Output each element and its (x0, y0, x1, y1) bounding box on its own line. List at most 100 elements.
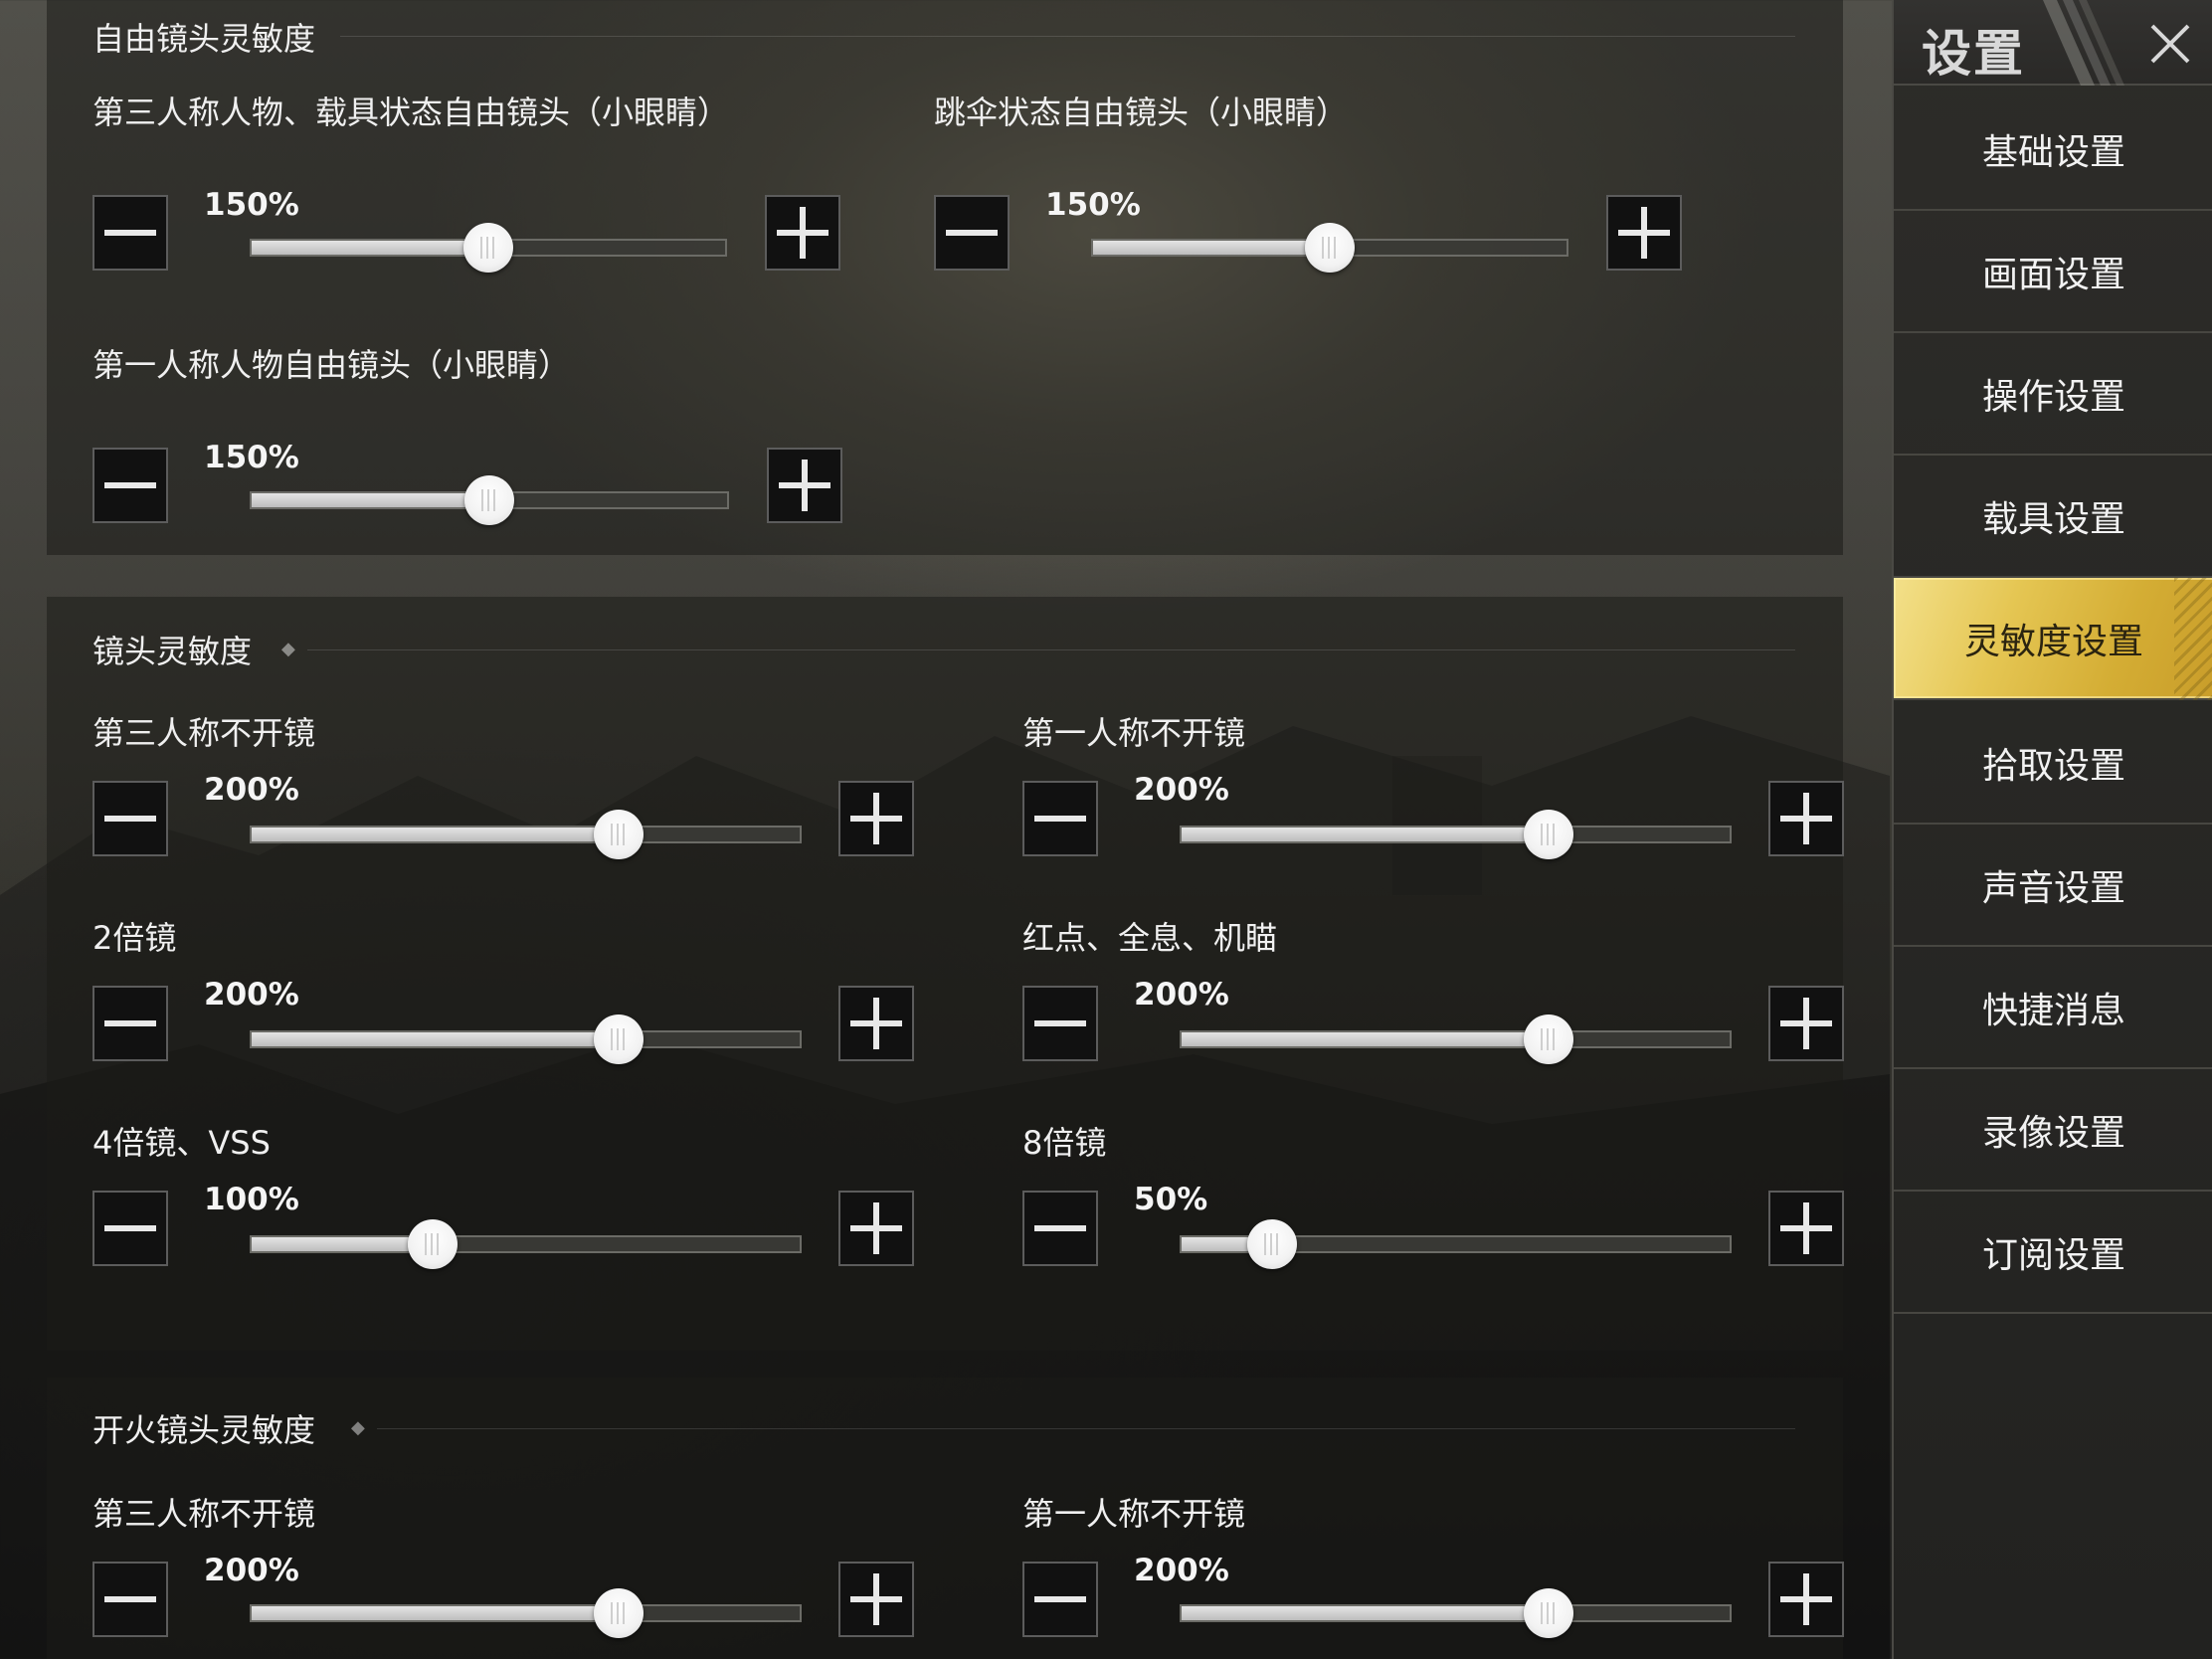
plus-icon (1780, 793, 1832, 844)
sensitivity-slider[interactable] (250, 223, 727, 273)
fire-camera-sensitivity-panel: 开火镜头灵敏度 ◆ 第三人称不开镜 200% 第一人称不开镜 200% (47, 1378, 1844, 1659)
plus-icon (1780, 1202, 1832, 1254)
plus-icon (1780, 998, 1832, 1049)
increase-button[interactable] (1606, 195, 1682, 271)
sensitivity-slider[interactable] (1180, 810, 1732, 859)
plus-icon (850, 1202, 902, 1254)
minus-icon (1034, 1225, 1086, 1231)
sensitivity-slider[interactable] (250, 475, 729, 525)
sidebar-item-quick-chat[interactable]: 快捷消息 (1894, 947, 2212, 1069)
increase-button[interactable] (1768, 781, 1844, 856)
increase-button[interactable] (767, 448, 842, 523)
decrease-button[interactable] (1022, 781, 1098, 856)
setting-value: 200% (204, 1553, 299, 1588)
plus-icon (850, 1573, 902, 1625)
minus-icon (104, 1596, 156, 1602)
sensitivity-slider[interactable] (250, 1219, 802, 1269)
increase-button[interactable] (838, 986, 914, 1061)
minus-icon (104, 1020, 156, 1026)
increase-button[interactable] (1768, 1191, 1844, 1266)
decrease-button[interactable] (1022, 1191, 1098, 1266)
minus-icon (946, 230, 998, 236)
slider-thumb[interactable] (1524, 1588, 1574, 1638)
plus-icon (1780, 1573, 1832, 1625)
setting-value: 150% (204, 187, 299, 223)
decrease-button[interactable] (92, 1191, 168, 1266)
increase-button[interactable] (838, 1191, 914, 1266)
increase-button[interactable] (838, 781, 914, 856)
sidebar-item-graphics[interactable]: 画面设置 (1894, 211, 2212, 333)
setting-label: 第一人称不开镜 (1022, 714, 1246, 752)
sensitivity-slider[interactable] (1091, 223, 1568, 273)
setting-value: 200% (204, 977, 299, 1013)
minus-icon (1034, 1020, 1086, 1026)
decrease-button[interactable] (92, 1562, 168, 1637)
minus-icon (104, 1225, 156, 1231)
settings-sidebar: 设置 基础设置 画面设置 操作设置 载具设置 灵敏度设置 拾取设置 声音设置 快… (1892, 0, 2212, 1659)
section-title-free-look: 自由镜头灵敏度 (92, 20, 316, 58)
decrease-button[interactable] (92, 195, 168, 271)
slider-thumb[interactable] (463, 223, 513, 273)
sidebar-item-vehicle[interactable]: 载具设置 (1894, 456, 2212, 578)
increase-button[interactable] (1768, 1562, 1844, 1637)
plus-icon (850, 998, 902, 1049)
camera-sensitivity-panel: 镜头灵敏度 ◆ 第三人称不开镜 200% 第一人称不开镜 200% 2倍镜 20… (47, 597, 1844, 1351)
decrease-button[interactable] (92, 781, 168, 856)
minus-icon (104, 816, 156, 822)
slider-thumb[interactable] (1305, 223, 1355, 273)
setting-label: 跳伞状态自由镜头（小眼睛） (934, 93, 1349, 131)
decrease-button[interactable] (92, 448, 168, 523)
minus-icon (104, 230, 156, 236)
setting-value: 200% (204, 772, 299, 808)
diamond-icon: ◆ (281, 639, 295, 659)
increase-button[interactable] (1768, 986, 1844, 1061)
free-look-panel: 自由镜头灵敏度 第三人称人物、载具状态自由镜头（小眼睛） 150% 跳伞状态自由… (47, 0, 1843, 555)
sidebar-item-subscription[interactable]: 订阅设置 (1894, 1192, 2212, 1314)
slider-thumb[interactable] (407, 1219, 458, 1269)
setting-label: 红点、全息、机瞄 (1022, 919, 1278, 957)
sidebar-header: 设置 (1894, 0, 2212, 86)
slider-thumb[interactable] (464, 475, 514, 525)
sensitivity-slider[interactable] (1180, 1219, 1732, 1269)
slider-thumb[interactable] (594, 810, 645, 859)
decrease-button[interactable] (934, 195, 1010, 271)
setting-label: 第三人称不开镜 (92, 714, 316, 752)
close-button[interactable] (2132, 6, 2208, 82)
sidebar-item-pickup[interactable]: 拾取设置 (1894, 702, 2212, 825)
slider-thumb[interactable] (1524, 1014, 1574, 1064)
decrease-button[interactable] (1022, 986, 1098, 1061)
minus-icon (1034, 1596, 1086, 1602)
sensitivity-slider[interactable] (250, 810, 802, 859)
sidebar-item-basic[interactable]: 基础设置 (1894, 89, 2212, 211)
sensitivity-slider[interactable] (250, 1588, 802, 1638)
decrease-button[interactable] (1022, 1562, 1098, 1637)
sensitivity-slider[interactable] (1180, 1588, 1732, 1638)
slider-thumb[interactable] (1524, 810, 1574, 859)
setting-label: 第三人称不开镜 (92, 1495, 316, 1533)
sidebar-item-sensitivity[interactable]: 灵敏度设置 (1894, 578, 2212, 700)
setting-label: 2倍镜 (92, 919, 177, 957)
sidebar-item-audio[interactable]: 声音设置 (1894, 825, 2212, 947)
plus-icon (779, 460, 830, 511)
minus-icon (1034, 816, 1086, 822)
setting-value: 50% (1134, 1182, 1208, 1217)
sidebar-item-replay[interactable]: 录像设置 (1894, 1069, 2212, 1192)
close-icon (2150, 24, 2190, 64)
diamond-icon: ◆ (351, 1417, 365, 1438)
sensitivity-slider[interactable] (250, 1014, 802, 1064)
sensitivity-slider[interactable] (1180, 1014, 1732, 1064)
decrease-button[interactable] (92, 986, 168, 1061)
section-divider (307, 649, 1795, 650)
minus-icon (104, 482, 156, 488)
setting-value: 150% (1045, 187, 1141, 223)
plus-icon (1618, 207, 1670, 259)
slider-thumb[interactable] (594, 1588, 645, 1638)
slider-thumb[interactable] (1246, 1219, 1297, 1269)
section-title-fire-camera: 开火镜头灵敏度 (92, 1411, 316, 1449)
sidebar-item-controls[interactable]: 操作设置 (1894, 333, 2212, 456)
slider-thumb[interactable] (594, 1014, 645, 1064)
increase-button[interactable] (765, 195, 840, 271)
setting-value: 200% (1134, 1553, 1229, 1588)
setting-value: 150% (204, 440, 299, 475)
increase-button[interactable] (838, 1562, 914, 1637)
